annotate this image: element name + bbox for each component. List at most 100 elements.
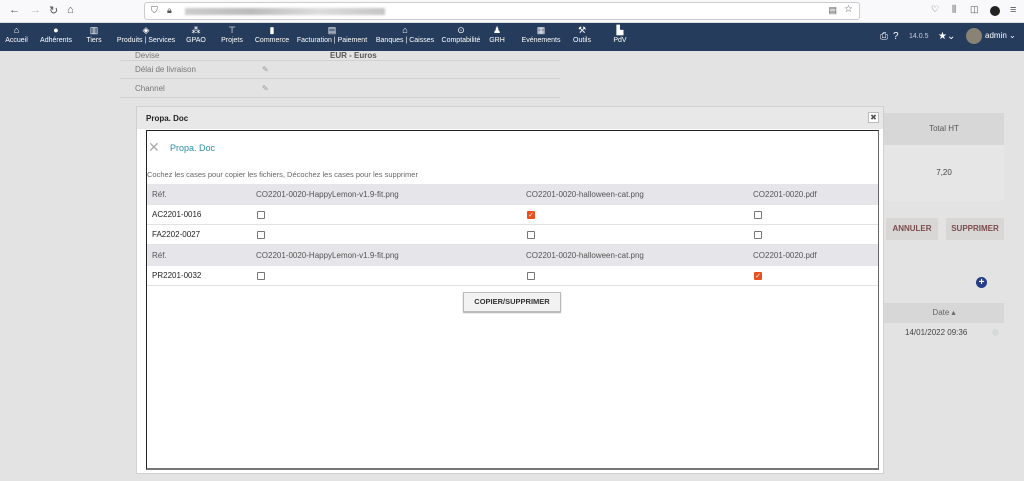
- file-checkbox[interactable]: [527, 231, 535, 239]
- menu-adhérents[interactable]: ● Adhérents: [34, 23, 78, 51]
- reload-icon[interactable]: ↻: [49, 4, 58, 17]
- menu-label: Projets: [221, 37, 243, 44]
- file-header: CO2201-0020-HappyLemon-v1.9-fit.png: [256, 190, 399, 199]
- file-checkbox[interactable]: [527, 272, 535, 280]
- menu-projets[interactable]: ⊤ Projets: [214, 23, 250, 51]
- top-menu: ⌂ Accueil ● Adhérents ▥ Tiers ◈ Produits | Serv…: [0, 23, 1024, 51]
- table-row: AC2201-0016 ✓: [147, 205, 878, 225]
- copy-delete-button[interactable]: COPIER/SUPPRIMER: [463, 292, 561, 312]
- library-icon[interactable]: ⫼: [952, 4, 956, 15]
- ref-header: Réf.: [152, 251, 167, 260]
- ref-cell: PR2201-0032: [152, 271, 202, 280]
- file-header: CO2201-0020-halloween-cat.png: [526, 190, 644, 199]
- user-tie-icon: ♟: [492, 25, 502, 35]
- ref-header: Réf.: [152, 190, 167, 199]
- print-icon[interactable]: ⎙: [880, 31, 888, 42]
- bookmarks-icon[interactable]: ★⌄: [938, 31, 955, 42]
- instructions: Cochez les cases pour copier les fichier…: [147, 170, 418, 179]
- lock-icon: 🔒︎: [167, 5, 172, 15]
- bookmark-star-icon[interactable]: ☆: [844, 4, 853, 15]
- file-checkbox[interactable]: ✓: [754, 272, 762, 280]
- menu-accueil[interactable]: ⌂ Accueil: [0, 23, 33, 51]
- dialog-title: Propa. Doc: [146, 114, 189, 123]
- delete-button[interactable]: SUPPRIMER: [946, 218, 1004, 240]
- avatar[interactable]: [966, 28, 982, 44]
- field-label: Devise: [135, 51, 160, 60]
- cash-register-icon: ▙: [616, 25, 624, 35]
- pencil-icon[interactable]: ✎: [262, 79, 269, 98]
- menu-comptabilité[interactable]: ⊙ Comptabilité: [438, 23, 484, 51]
- menu-gpao[interactable]: ⁂ GPAO: [182, 23, 210, 51]
- menu-produits-services[interactable]: ◈ Produits | Services: [110, 23, 182, 51]
- user-icon: ●: [53, 25, 59, 35]
- date-header[interactable]: Date ▴: [884, 303, 1004, 323]
- menu-label: Produits | Services: [116, 37, 176, 44]
- pencil-icon[interactable]: ✎: [262, 61, 269, 79]
- user-menu[interactable]: admin ⌄: [985, 31, 1016, 40]
- cancel-button[interactable]: ANNULER: [886, 218, 938, 240]
- date-value: 14/01/2022 09:36: [905, 328, 968, 337]
- menu-label: Adhérents: [40, 37, 72, 44]
- pocket-icon[interactable]: ♡: [931, 4, 939, 15]
- sidebar-icon[interactable]: ◫: [970, 4, 979, 15]
- forward-icon[interactable]: →: [30, 4, 41, 16]
- ref-cell: FA2202-0027: [152, 230, 201, 239]
- field-delai: Délai de livraison ✎: [120, 61, 560, 79]
- building-icon: ▥: [89, 25, 99, 35]
- money-icon: ▤: [327, 25, 337, 35]
- version: 14.0.5: [909, 33, 929, 40]
- menu-label: Tiers: [86, 37, 102, 44]
- url-blurred: [185, 8, 385, 15]
- home-icon[interactable]: ⌂: [67, 4, 74, 16]
- menu-evénements[interactable]: ▦ Evénements: [519, 23, 563, 51]
- menu-icon[interactable]: ≡: [1010, 4, 1016, 16]
- menu-banques-caisses[interactable]: ⌂ Banques | Caisses: [372, 23, 438, 51]
- close-button[interactable]: ✖: [868, 112, 879, 123]
- file-checkbox[interactable]: [754, 211, 762, 219]
- file-checkbox[interactable]: [257, 211, 265, 219]
- help-icon[interactable]: ?: [893, 31, 899, 42]
- file-checkbox[interactable]: [257, 231, 265, 239]
- menu-outils[interactable]: ⚒ Outils: [566, 23, 598, 51]
- tools-icon: ✕: [148, 139, 160, 155]
- dialog-content: ✕ Propa. Doc Cochez les cases pour copie…: [146, 130, 879, 470]
- back-icon[interactable]: ←: [9, 4, 20, 16]
- sitemap-icon: ⊤: [228, 25, 236, 35]
- menu-label: GPAO: [186, 37, 206, 44]
- total-ht-header: Total HT: [884, 113, 1004, 145]
- menu-tiers[interactable]: ▥ Tiers: [80, 23, 108, 51]
- account-icon[interactable]: [990, 6, 1000, 16]
- menu-facturation-paiement[interactable]: ▤ Facturation | Paiement: [293, 23, 371, 51]
- table-row: PR2201-0032 ✓: [147, 266, 878, 286]
- file-header: CO2201-0020-HappyLemon-v1.9-fit.png: [256, 251, 399, 260]
- menu-label: PdV: [613, 37, 627, 44]
- menu-grh[interactable]: ♟ GRH: [486, 23, 508, 51]
- menu-label: Outils: [573, 37, 591, 44]
- menu-label: Accueil: [5, 37, 28, 44]
- wrench-icon: ⚒: [577, 25, 587, 35]
- menu-label: Facturation | Paiement: [296, 37, 368, 44]
- bank-icon: ⌂: [402, 25, 408, 35]
- menu-pdv[interactable]: ▙ PdV: [604, 23, 636, 51]
- briefcase-icon: ▮: [269, 25, 275, 35]
- file-checkbox[interactable]: ✓: [527, 211, 535, 219]
- dialog-heading: Propa. Doc: [170, 143, 216, 153]
- calendar-icon: ▦: [536, 25, 546, 35]
- field-label: Channel: [135, 84, 165, 93]
- add-icon[interactable]: +: [976, 277, 987, 288]
- menu-label: GRH: [489, 37, 505, 44]
- address-bar[interactable]: ⛉ 🔒︎ ▤ ☆: [144, 2, 860, 20]
- propa-doc-dialog: Propa. Doc ✖ ✕ Propa. Doc Cochez les cas…: [136, 106, 884, 474]
- field-channel: Channel ✎: [120, 79, 560, 98]
- browser-toolbar: ← → ↻ ⌂ ⛉ 🔒︎ ▤ ☆ ♡ ⫼ ◫ ≡: [0, 0, 1024, 23]
- table-header-row: Réf. CO2201-0020-HappyLemon-v1.9-fit.png C…: [147, 245, 878, 266]
- shield-icon: ⛉: [151, 5, 158, 15]
- search-dollar-icon: ⊙: [457, 25, 465, 35]
- cubes-icon: ⁂: [191, 25, 201, 35]
- file-header: CO2201-0020.pdf: [753, 251, 817, 260]
- file-checkbox[interactable]: [257, 272, 265, 280]
- home-icon: ⌂: [13, 25, 20, 35]
- reader-icon[interactable]: ▤: [828, 5, 837, 16]
- file-checkbox[interactable]: [754, 231, 762, 239]
- menu-commerce[interactable]: ▮ Commerce: [252, 23, 292, 51]
